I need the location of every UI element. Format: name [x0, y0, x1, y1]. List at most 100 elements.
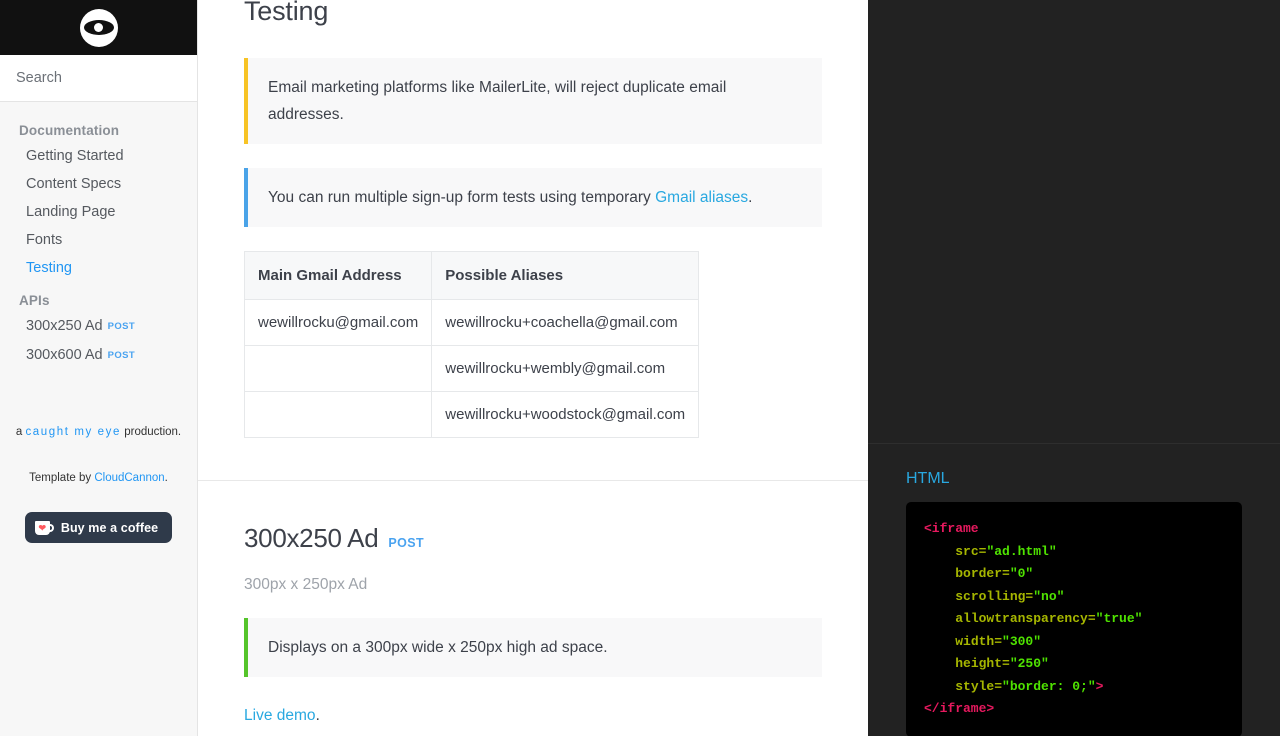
method-badge-post: POST [388, 536, 424, 550]
nav-group-apis: APIs 300x250 Ad POST 300x600 Ad POST [0, 288, 197, 370]
table-cell-main-address [243, 391, 433, 438]
code-token-value-scrolling: "no" [1033, 588, 1065, 604]
gmail-aliases-link[interactable]: Gmail aliases [655, 189, 748, 206]
code-token-value-height: "250" [1009, 656, 1049, 671]
code-token-tag-open: <iframe [924, 521, 979, 536]
eye-pupil-shape [94, 23, 103, 32]
table-header-possible-aliases: Possible Aliases [431, 251, 700, 300]
code-panel: HTML <iframe src="ad.html" border="0" sc… [868, 0, 1280, 736]
cloudcannon-link[interactable]: CloudCannon [94, 472, 164, 484]
sidebar-item-content-specs[interactable]: Content Specs [0, 170, 197, 198]
search-box[interactable] [0, 55, 197, 102]
credit-prefix: a [15, 426, 26, 438]
code-token-attr-src: src= [955, 543, 987, 559]
sidebar-item-300x600-ad[interactable]: 300x600 Ad POST [0, 341, 197, 370]
code-token-attr-width: width= [955, 633, 1003, 649]
method-badge-post: POST [107, 321, 136, 332]
sidebar-item-landing-page[interactable]: Landing Page [0, 198, 197, 226]
table-cell-main-address: wewillrocku@gmail.com [243, 299, 433, 346]
template-credit: Template by CloudCannon. [10, 472, 187, 484]
table-row: wewillrocku+wembly@gmail.com [243, 345, 700, 392]
callout-info: You can run multiple sign-up form tests … [244, 168, 822, 227]
table-cell-alias: wewillrocku+coachella@gmail.com [431, 299, 700, 346]
sidebar-item-label: 300x600 Ad [26, 347, 103, 363]
cup-handle-shape [46, 523, 54, 532]
credit-suffix: production. [121, 426, 182, 438]
coffee-cup-heart-icon: ❤ [34, 520, 54, 535]
table-row: wewillrocku@gmail.com wewillrocku+coache… [243, 299, 700, 346]
nav-group-documentation: Documentation Getting Started Content Sp… [0, 118, 197, 282]
buy-me-a-coffee-button[interactable]: ❤ Buy me a coffee [24, 512, 173, 543]
code-panel-divider [868, 443, 1280, 444]
template-suffix: . [164, 472, 168, 484]
code-block-wrapper: HTML <iframe src="ad.html" border="0" sc… [906, 470, 1242, 736]
logo-bar[interactable] [0, 0, 197, 55]
section-300x250-ad: 300x250 Ad POST 300px x 250px Ad Display… [198, 480, 868, 736]
sidebar-nav: Documentation Getting Started Content Sp… [0, 102, 197, 376]
search-input[interactable] [16, 70, 181, 86]
code-token-value-src: "ad.html" [986, 543, 1057, 559]
table-head: Main Gmail Address Possible Aliases [243, 251, 700, 300]
section-subtitle: 300px x 250px Ad [244, 576, 368, 593]
code-token-value-width: "300" [1002, 633, 1042, 649]
table-cell-main-address [243, 345, 433, 392]
table-header-main-address: Main Gmail Address [243, 251, 433, 300]
production-credit: a caught my eye production. [10, 424, 187, 440]
sidebar-item-label: 300x250 Ad [26, 318, 103, 334]
table-body: wewillrocku@gmail.com wewillrocku+coache… [243, 299, 700, 438]
live-demo-link[interactable]: Live demo [244, 707, 316, 724]
heart-icon: ❤ [38, 523, 47, 533]
code-token-attr-border: border= [955, 566, 1010, 581]
code-content: <iframe src="ad.html" border="0" scrolli… [924, 521, 1142, 716]
code-token-attr-height: height= [955, 656, 1010, 671]
nav-heading-apis: APIs [19, 293, 50, 308]
code-snippet-iframe[interactable]: <iframe src="ad.html" border="0" scrolli… [906, 502, 1242, 736]
code-token-attr-scrolling: scrolling= [955, 588, 1034, 604]
gmail-alias-table: Main Gmail Address Possible Aliases wewi… [243, 251, 700, 438]
sidebar-item-fonts[interactable]: Fonts [0, 226, 197, 254]
live-demo-period: . [315, 707, 320, 724]
eye-outer-shape [83, 20, 114, 35]
table-cell-alias: wewillrocku+wembly@gmail.com [431, 345, 700, 392]
code-token-value-allowtransparency: "true" [1095, 611, 1143, 626]
table-row: wewillrocku+woodstock@gmail.com [243, 391, 700, 438]
section-heading-row: 300x250 Ad POST [244, 523, 822, 554]
main-content: Testing Email marketing platforms like M… [198, 0, 868, 736]
code-language-label: HTML [906, 470, 950, 487]
code-token-attr-style: style= [955, 678, 1003, 694]
nav-heading-documentation: Documentation [19, 123, 120, 138]
table-header-row: Main Gmail Address Possible Aliases [243, 251, 700, 300]
code-token-tag-end: </iframe> [924, 701, 995, 716]
caught-my-eye-link[interactable]: caught my eye [25, 426, 121, 438]
callout-success: Displays on a 300px wide x 250px high ad… [244, 618, 822, 677]
sidebar-item-getting-started[interactable]: Getting Started [0, 142, 197, 170]
callout-info-text-before: You can run multiple sign-up form tests … [268, 189, 656, 206]
page-title: Testing [244, 0, 329, 26]
code-token-value-style: "border: 0;" [1002, 678, 1096, 694]
callout-info-text-after: . [748, 189, 753, 206]
template-prefix: Template by [29, 472, 95, 484]
sidebar-item-300x250-ad[interactable]: 300x250 Ad POST [0, 312, 197, 341]
coffee-button-label: Buy me a coffee [60, 520, 159, 535]
section-testing: Testing Email marketing platforms like M… [198, 0, 868, 480]
method-badge-post: POST [107, 350, 136, 361]
sidebar-item-testing[interactable]: Testing [0, 254, 197, 282]
code-token-value-border: "0" [1009, 566, 1034, 581]
code-token-tag-close-bracket: > [1095, 678, 1104, 694]
table-cell-alias: wewillrocku+woodstock@gmail.com [431, 391, 700, 438]
live-demo-line: Live demo. [244, 707, 822, 725]
app-root: Documentation Getting Started Content Sp… [0, 0, 1280, 736]
